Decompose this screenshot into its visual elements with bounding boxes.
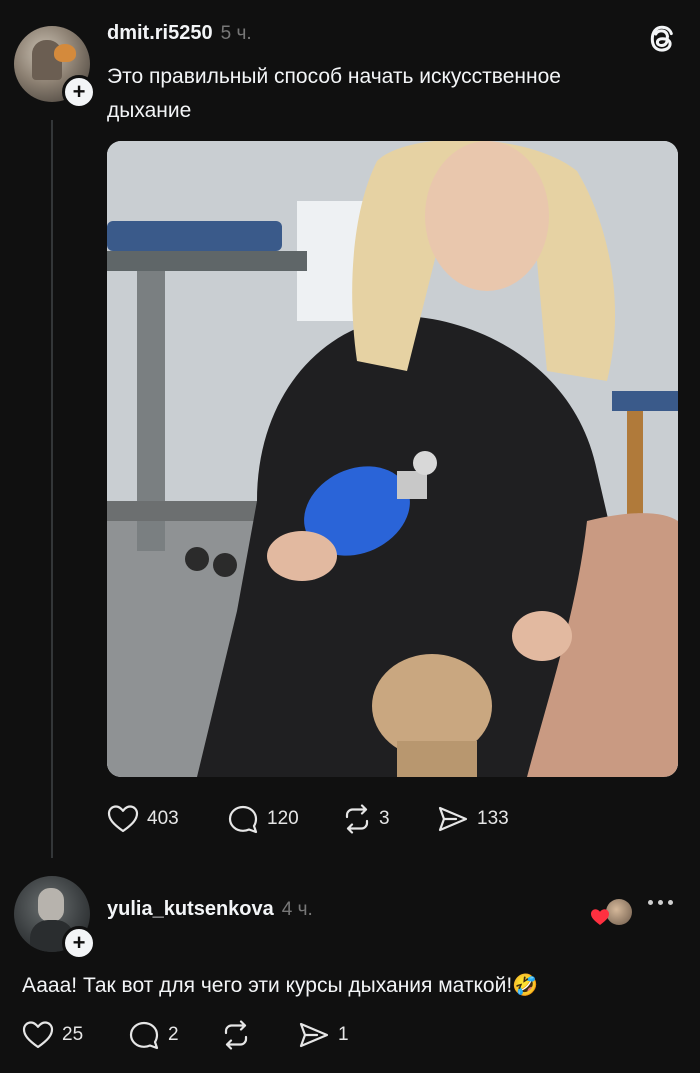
rofl-emoji: 🤣 [512, 973, 539, 997]
post-text-line1: Это правильный способ начать искусственн… [107, 65, 561, 88]
comment-count: 120 [267, 808, 299, 829]
share-button[interactable]: 133 [437, 804, 509, 834]
share-count: 133 [477, 808, 509, 829]
avatar-face [38, 888, 64, 922]
avatar-dog [54, 44, 76, 62]
comment-icon [129, 1021, 159, 1050]
reply-username[interactable]: yulia_kutsenkova [107, 898, 274, 921]
post-image-illustration [107, 141, 678, 777]
thread-line [51, 120, 53, 858]
reply-text-body: Аааа! Так вот для чего эти курсы дыхания… [22, 974, 513, 997]
author-liked-indicator [590, 898, 636, 926]
like-count: 403 [147, 808, 179, 829]
reply-share-button[interactable]: 1 [298, 1020, 349, 1050]
reply-like-button[interactable]: 25 [22, 1020, 128, 1050]
more-icon[interactable] [648, 900, 673, 905]
like-button[interactable]: 403 [107, 804, 227, 834]
send-icon [299, 1022, 329, 1048]
repost-count: 3 [379, 808, 390, 829]
threads-icon[interactable] [646, 22, 678, 54]
repost-button[interactable]: 3 [341, 804, 437, 834]
reply-repost-button[interactable] [220, 1020, 298, 1050]
post-image[interactable] [107, 141, 678, 777]
post-text-line2: дыхание [107, 99, 192, 122]
reply-comment-count: 2 [168, 1024, 179, 1045]
send-icon [438, 806, 468, 832]
comment-button[interactable]: 120 [227, 804, 341, 834]
repost-icon [345, 804, 369, 834]
heart-icon [22, 1021, 54, 1049]
heart-icon [107, 805, 139, 833]
reply-text: Аааа! Так вот для чего эти курсы дыхания… [22, 970, 538, 1001]
comment-icon [228, 805, 258, 834]
reply-actions: 25 2 1 [22, 1020, 349, 1050]
reply-comment-button[interactable]: 2 [128, 1020, 220, 1050]
post-text: Это правильный способ начать искусственн… [107, 60, 561, 128]
reply-share-count: 1 [338, 1024, 349, 1045]
reply-time: 4 ч. [281, 899, 313, 920]
post-time: 5 ч. [220, 23, 252, 44]
post-username[interactable]: dmit.ri5250 [107, 22, 213, 45]
reply-follow-button[interactable]: + [62, 926, 96, 960]
heart-filled-icon [591, 909, 609, 925]
reply-like-count: 25 [62, 1024, 84, 1045]
follow-button[interactable]: + [62, 75, 96, 109]
post-actions: 403 120 3 133 [107, 804, 509, 834]
repost-icon [224, 1020, 248, 1050]
